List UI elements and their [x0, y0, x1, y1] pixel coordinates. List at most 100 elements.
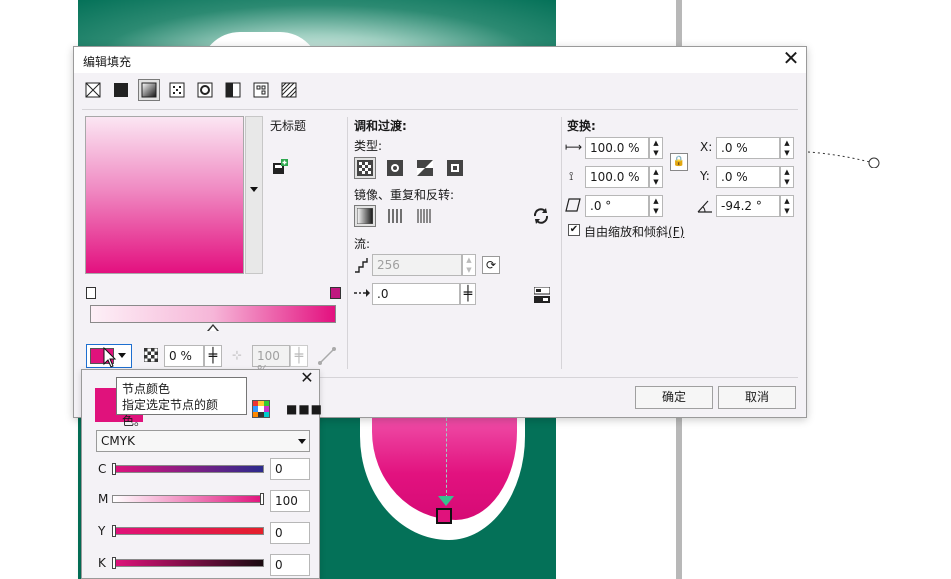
dialog-title: 编辑填充 [83, 55, 132, 69]
skew-icon [565, 198, 581, 212]
default-fill-icon[interactable] [354, 205, 376, 227]
node-position-input[interactable]: 100 % [252, 345, 290, 377]
color-model-select[interactable]: CMYK [96, 430, 310, 452]
height-icon: ⟟ [569, 169, 574, 183]
tooltip-description: 指定选定节点的颜色。 [122, 398, 219, 428]
rectangular-fountain-icon[interactable] [444, 157, 466, 179]
repeat-mirror-icon[interactable] [384, 205, 406, 227]
channel-k-input[interactable]: 0 [270, 554, 310, 576]
cancel-button[interactable]: 取消 [718, 386, 796, 409]
lock-ratio-icon[interactable]: 🔒 [670, 153, 688, 171]
no-fill-icon[interactable] [82, 79, 104, 101]
channel-y-slider[interactable] [112, 527, 264, 535]
y-spinner[interactable]: ▲ ▼ [780, 166, 794, 188]
channel-k-slider[interactable] [112, 559, 264, 567]
save-fill-icon[interactable] [272, 159, 288, 175]
reverse-fill-icon[interactable] [532, 207, 550, 225]
close-icon[interactable]: ✕ [780, 47, 802, 71]
linear-fountain-icon[interactable] [354, 157, 376, 179]
transparency-slider-button[interactable]: ╪ [204, 345, 222, 367]
fill-height-input[interactable]: 100.0 % [585, 166, 649, 188]
vector-pattern-icon[interactable] [166, 79, 188, 101]
steps-spinner[interactable]: ▲ ▼ [462, 254, 476, 276]
channel-y-thumb[interactable] [112, 525, 116, 537]
width-spinner[interactable]: ▲ ▼ [649, 137, 663, 159]
channel-k-label: K [98, 556, 106, 570]
height-spinner[interactable]: ▲ ▼ [649, 166, 663, 188]
preview-dropdown[interactable] [245, 116, 263, 274]
gradient-arrow-icon[interactable] [438, 496, 454, 506]
fill-name-label: 无标题 [270, 119, 307, 133]
x-offset-input[interactable]: .0 % [716, 137, 780, 159]
palette-icon[interactable] [252, 400, 270, 418]
transform-section-title: 变换: [567, 119, 596, 133]
gradient-start-node[interactable] [86, 287, 96, 299]
blend-type-label: 类型: [354, 139, 383, 153]
elliptical-fountain-icon[interactable] [384, 157, 406, 179]
steps-input[interactable]: 256 [372, 254, 462, 276]
channel-c-label: C [98, 462, 107, 476]
conical-fountain-icon[interactable] [414, 157, 436, 179]
two-color-pattern-icon[interactable] [222, 79, 244, 101]
flow-label: 流: [354, 237, 371, 251]
channel-y-label: Y [98, 524, 106, 538]
channel-m-thumb[interactable] [260, 493, 264, 505]
y-label: Y: [700, 169, 710, 183]
node-color-tooltip: 节点颜色 指定选定节点的颜色。 [116, 377, 247, 428]
free-scale-checkbox[interactable]: ✔ [568, 224, 580, 236]
chevron-down-icon[interactable] [250, 187, 258, 192]
close-icon[interactable]: ✕ [298, 370, 316, 388]
rotation-icon [697, 200, 712, 213]
ok-button[interactable]: 确定 [635, 386, 713, 409]
skew-spinner[interactable]: ▲ ▼ [649, 195, 663, 217]
gradient-end-node-bar[interactable] [330, 287, 341, 299]
chevron-down-icon [118, 353, 126, 358]
position-slider-button[interactable]: ╪ [290, 345, 308, 367]
channel-m-label: M [98, 492, 109, 506]
bitmap-pattern-icon[interactable] [194, 79, 216, 101]
channel-m-slider[interactable] [112, 495, 264, 503]
channel-m-input[interactable]: 100 [270, 490, 310, 512]
fill-type-toolbar [82, 79, 300, 103]
gradient-end-node[interactable] [436, 508, 452, 524]
skew-input[interactable]: .0 ° [585, 195, 649, 217]
node-position-icon: ⊹ [232, 348, 243, 362]
more-options-icon[interactable]: ■■■ [286, 402, 323, 416]
rotation-input[interactable]: -94.2 ° [716, 195, 780, 217]
acceleration-input[interactable]: .0 [372, 283, 460, 305]
gradient-bar[interactable] [90, 305, 336, 323]
steps-lock-icon[interactable]: ⟳ [482, 256, 500, 274]
texture-fill-icon[interactable] [250, 79, 272, 101]
channel-c-input[interactable]: 0 [270, 458, 310, 480]
transparency-icon [144, 348, 158, 362]
smooth-transition-icon[interactable] [534, 287, 550, 303]
mirror-repeat-label: 镜像、重复和反转: [354, 188, 455, 202]
line-tool-icon[interactable] [318, 347, 336, 365]
postscript-fill-icon[interactable] [278, 79, 300, 101]
rotation-spinner[interactable]: ▲ ▼ [780, 195, 794, 217]
x-spinner[interactable]: ▲ ▼ [780, 137, 794, 159]
channel-k-thumb[interactable] [112, 557, 116, 569]
chevron-down-icon[interactable] [298, 439, 306, 444]
uniform-fill-icon[interactable] [110, 79, 132, 101]
channel-y-input[interactable]: 0 [270, 522, 310, 544]
gradient-handle-line[interactable] [808, 150, 880, 168]
y-offset-input[interactable]: .0 % [716, 166, 780, 188]
divider [561, 117, 562, 369]
divider [347, 117, 348, 369]
mouse-cursor-icon [103, 347, 117, 368]
edit-fill-dialog: 编辑填充 ✕ 无标题 0 % ╪ ⊹ 100 ╪ 调和过渡: 类型: 镜像、重复… [73, 46, 807, 418]
node-transparency-input[interactable]: 0 % [164, 345, 204, 367]
fountain-fill-icon[interactable] [138, 79, 160, 101]
acceleration-slider-button[interactable]: ╪ [460, 283, 476, 305]
blend-section-title: 调和过渡: [354, 119, 407, 133]
midpoint-slider-inner [209, 326, 217, 331]
fill-width-input[interactable]: 100.0 % [585, 137, 649, 159]
x-label: X: [700, 140, 713, 154]
gradient-guide-line [446, 418, 447, 498]
mirror-repeat-group [354, 205, 436, 227]
channel-c-thumb[interactable] [112, 463, 116, 475]
repeat-icon[interactable] [414, 205, 436, 227]
channel-c-slider[interactable] [112, 465, 264, 473]
width-icon: ⟼ [565, 140, 583, 154]
